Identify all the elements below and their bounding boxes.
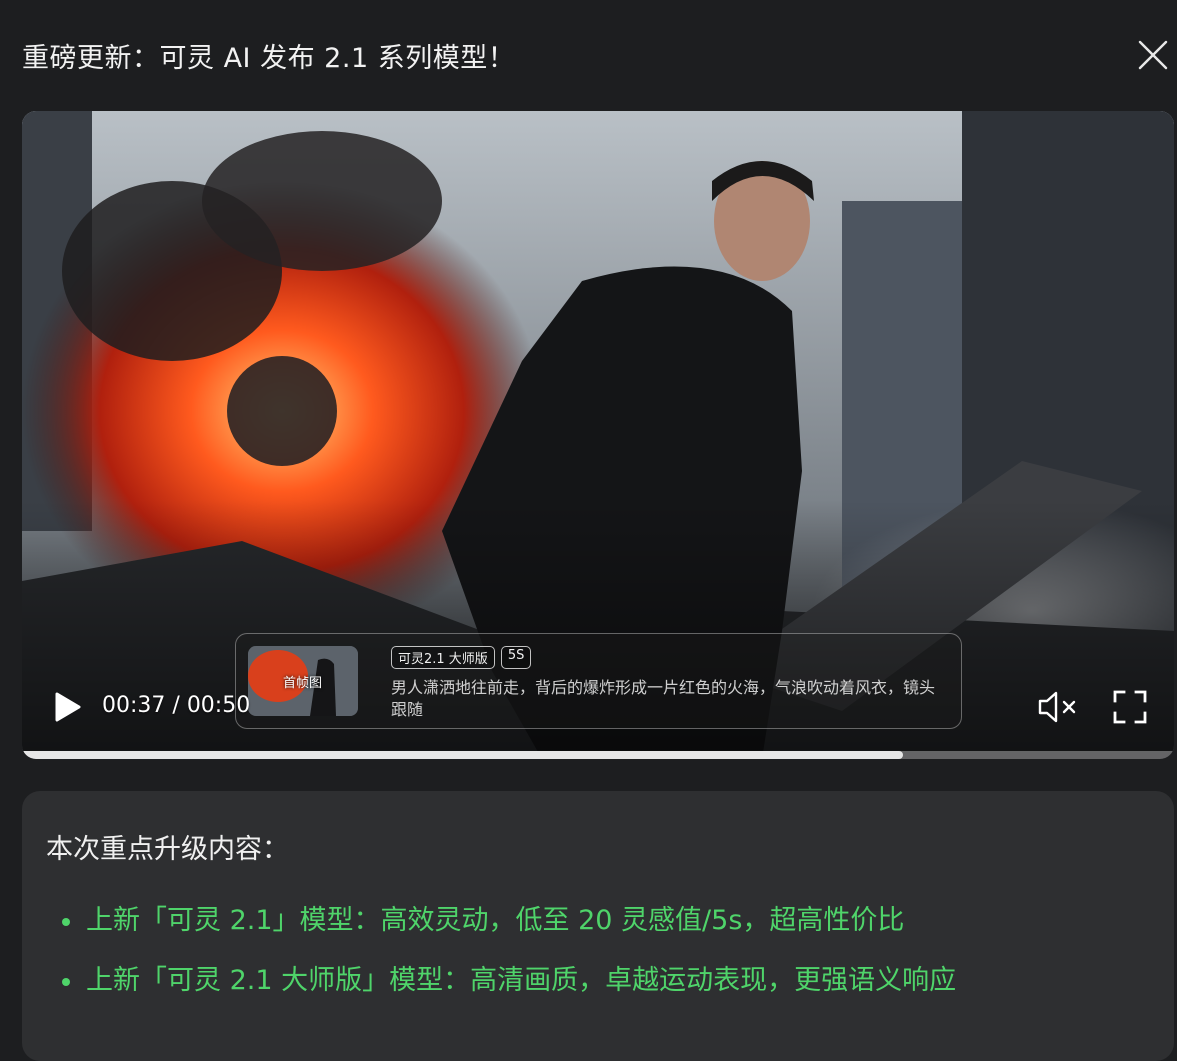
close-button[interactable] [1136, 38, 1170, 72]
list-item: 上新「可灵 2.1」模型：高效灵动，低至 20 灵感值/5s，超高性价比 [62, 901, 956, 961]
fullscreen-icon [1113, 690, 1147, 724]
duration-badge: 5S [500, 646, 532, 669]
video-player[interactable]: 首帧图 可灵2.1 大师版 5S 男人潇洒地往前走，背后的爆炸形成一片红色的火海… [22, 111, 1174, 759]
first-frame-thumbnail[interactable]: 首帧图 [248, 646, 358, 716]
current-time: 00:37 [102, 693, 166, 718]
close-icon [1138, 40, 1168, 70]
list-item: 上新「可灵 2.1 大师版」模型：高清画质，卓越运动表现，更强语义响应 [62, 961, 956, 1021]
mute-button[interactable] [1036, 687, 1080, 727]
prompt-text: 男人潇洒地往前走，背后的爆炸形成一片红色的火海，气浪吹动着风衣，镜头跟随 [391, 678, 936, 719]
upgrade-panel: 本次重点升级内容： 上新「可灵 2.1」模型：高效灵动，低至 20 灵感值/5s… [22, 791, 1174, 1061]
upgrade-list: 上新「可灵 2.1」模型：高效灵动，低至 20 灵感值/5s，超高性价比 上新「… [62, 901, 956, 1021]
play-icon [55, 692, 81, 722]
model-badges: 可灵2.1 大师版 5S [391, 646, 532, 669]
model-badge: 可灵2.1 大师版 [391, 646, 495, 669]
duration: 00:50 [186, 693, 251, 718]
prompt-card: 首帧图 可灵2.1 大师版 5S 男人潇洒地往前走，背后的爆炸形成一片红色的火海… [235, 633, 962, 729]
progress-bar[interactable] [22, 751, 1174, 759]
dialog-title: 重磅更新：可灵 AI 发布 2.1 系列模型！ [22, 43, 516, 74]
play-button[interactable] [52, 691, 82, 723]
time-separator: / [165, 693, 187, 718]
fullscreen-button[interactable] [1112, 689, 1148, 725]
panel-title: 本次重点升级内容： [46, 834, 289, 865]
volume-muted-icon [1038, 691, 1076, 723]
first-frame-label: 首帧图 [283, 676, 323, 691]
time-display: 00:37 / 00:50 [102, 693, 250, 718]
progress-fill [22, 751, 904, 759]
